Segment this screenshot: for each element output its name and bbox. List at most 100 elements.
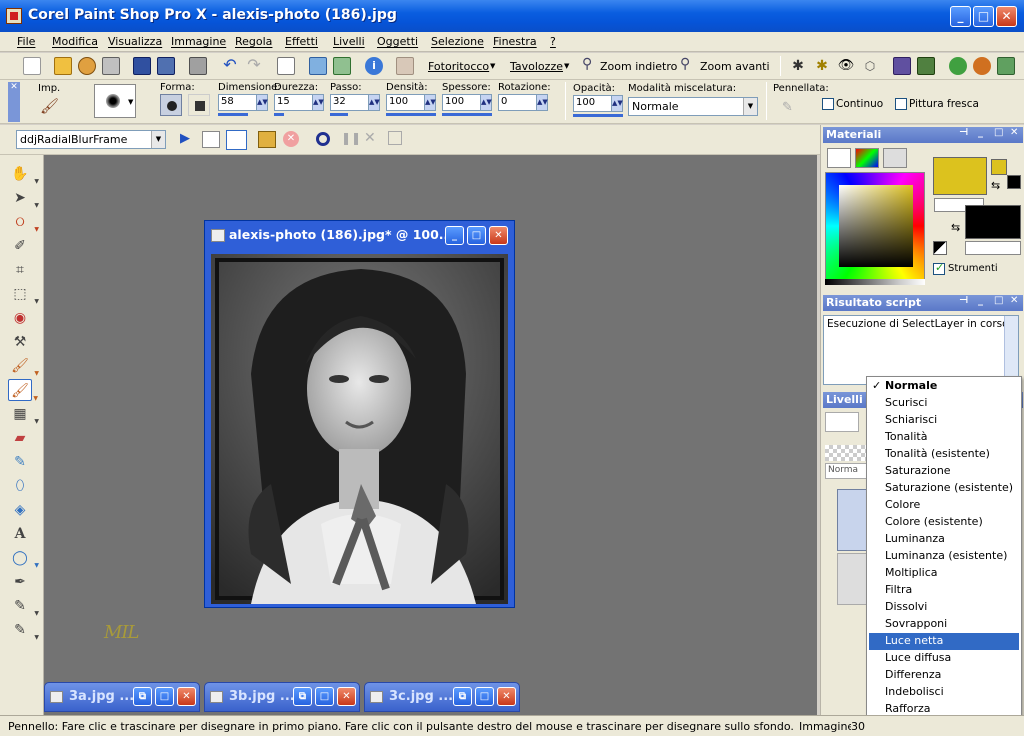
pin-icon[interactable]: ⊣	[959, 295, 968, 306]
blend-mode-option[interactable]: Sovrapponi	[869, 616, 1019, 633]
brush-tip-preview[interactable]: ▼	[94, 84, 136, 118]
picture-tube-tool-icon[interactable]: ✎	[8, 451, 32, 473]
spinner-icon[interactable]: ▲▼	[312, 95, 324, 110]
spinner-icon[interactable]: ▲▼	[611, 96, 623, 111]
strumenti-checkbox[interactable]: ✓	[933, 261, 945, 275]
paste-icon[interactable]	[333, 57, 351, 75]
eraser-tool-icon[interactable]: ▰	[8, 427, 32, 449]
swatches-tab-icon[interactable]	[883, 148, 907, 168]
minimize-button[interactable]: _	[950, 6, 971, 27]
text-tool-icon[interactable]: A	[8, 523, 32, 545]
flood-fill-tool-icon[interactable]: ⬯	[8, 475, 32, 497]
new-layer-icon[interactable]	[825, 412, 859, 432]
maximize-button[interactable]: □	[973, 6, 994, 27]
fotoritocco-menu[interactable]: Fotoritocco	[428, 60, 489, 73]
dimensione-input[interactable]: 58 ▲▼	[218, 94, 268, 111]
maximize-button[interactable]: □	[315, 687, 334, 706]
blend-mode-option[interactable]: Tonalità (esistente)	[869, 446, 1019, 463]
bg-style-buttons[interactable]	[965, 241, 1021, 255]
script-output[interactable]: Esecuzione di SelectLayer in corso	[823, 315, 1019, 385]
continuo-checkbox[interactable]	[822, 98, 834, 110]
pick-tool-icon[interactable]: ➤ ▼	[8, 187, 39, 209]
blend-mode-option[interactable]: Saturazione	[869, 463, 1019, 480]
menu-finestra[interactable]: Finestra	[493, 35, 537, 48]
vertical-scrollbar[interactable]	[1004, 316, 1018, 384]
person-green-icon[interactable]	[949, 57, 967, 75]
blend-mode-option[interactable]: Moltiplica	[869, 565, 1019, 582]
menu-selezione[interactable]: Selezione	[431, 35, 484, 48]
densita-slider[interactable]	[386, 113, 436, 116]
landscape-icon[interactable]	[997, 57, 1015, 75]
maximize-button[interactable]: □	[475, 687, 494, 706]
spinner-icon[interactable]: ▲▼	[368, 95, 380, 110]
chevron-down-icon[interactable]: ▼	[151, 131, 165, 148]
reset-colors-icon[interactable]	[933, 241, 947, 255]
open-script-folder-icon[interactable]	[258, 131, 276, 148]
restore-button[interactable]: ⧉	[453, 687, 472, 706]
spinner-icon[interactable]: ▲▼	[536, 95, 548, 110]
layer-row-2[interactable]	[837, 553, 867, 605]
swap-colors-icon[interactable]: ⇆	[991, 179, 1000, 192]
menu-immagine[interactable]: Immagine	[171, 35, 226, 48]
spinner-icon[interactable]: ▲▼	[480, 95, 492, 110]
frame-tab-icon[interactable]	[827, 148, 851, 168]
clone-tool-icon[interactable]: ⚒	[8, 331, 32, 353]
record-icon[interactable]	[316, 132, 330, 146]
info-icon[interactable]: i	[365, 57, 383, 75]
blend-mode-option[interactable]: Saturazione (esistente)	[869, 480, 1019, 497]
foreground-swatch[interactable]	[933, 157, 987, 195]
grayscale-strip[interactable]	[825, 279, 925, 285]
menu-file[interactable]: File	[17, 35, 35, 48]
stop-script-icon[interactable]: ✕	[283, 131, 299, 147]
preset-shape-tool-icon[interactable]: ◯ ▼	[8, 547, 39, 569]
menu-regola[interactable]: Regola	[235, 35, 272, 48]
color-picker[interactable]	[825, 172, 925, 280]
blend-mode-option[interactable]: Colore	[869, 497, 1019, 514]
pin-icon[interactable]: ⊣	[959, 127, 968, 138]
menu-effetti[interactable]: Effetti	[285, 35, 318, 48]
copy-icon[interactable]	[309, 57, 327, 75]
spessore-input[interactable]: 100 ▲▼	[442, 94, 492, 111]
blend-mode-option[interactable]: Filtra	[869, 582, 1019, 599]
lasso-tool-icon[interactable]: ଠ ▼	[8, 211, 39, 233]
minimized-window-3b[interactable]: 3b.jpg ... ⧉ □ ✕	[204, 682, 360, 712]
rotazione-input[interactable]: 0 ▲▼	[498, 94, 548, 111]
red-eye-tool-icon[interactable]: ◉	[8, 307, 32, 329]
zoom-in-button[interactable]: Zoom avanti	[700, 60, 770, 73]
doc-close-button[interactable]: ✕	[489, 226, 508, 245]
dimensione-slider[interactable]	[218, 113, 248, 116]
photo-canvas[interactable]	[211, 254, 508, 604]
menu-visualizza[interactable]: Visualizza	[108, 35, 162, 48]
pittura-fresca-checkbox[interactable]	[895, 98, 907, 110]
cube-icon[interactable]: ⬡	[861, 57, 879, 75]
opacita-slider[interactable]	[573, 114, 623, 117]
round-shape-button[interactable]	[160, 94, 182, 116]
redo-icon[interactable]: ↷	[245, 57, 263, 75]
menu-livelli[interactable]: Livelli	[333, 35, 365, 48]
open-icon[interactable]	[54, 57, 72, 75]
portrait-icon[interactable]	[893, 57, 911, 75]
minimize-icon[interactable]: _	[978, 295, 983, 306]
maximize-icon[interactable]: □	[994, 295, 1003, 306]
minimize-icon[interactable]: _	[978, 127, 983, 138]
print-icon[interactable]	[189, 57, 207, 75]
red-eye-icon[interactable]: 👁	[837, 57, 855, 75]
zoom-out-button[interactable]: Zoom indietro	[600, 60, 677, 73]
save-script-icon[interactable]	[388, 131, 402, 145]
person-orange-icon[interactable]	[973, 57, 991, 75]
background-swatch[interactable]	[965, 205, 1021, 239]
opacita-input[interactable]: 100 ▲▼	[573, 95, 623, 112]
close-button[interactable]: ✕	[497, 687, 516, 706]
film-icon[interactable]	[917, 57, 935, 75]
spessore-slider[interactable]	[442, 113, 492, 116]
new-file-icon[interactable]	[23, 57, 41, 75]
save-icon[interactable]	[133, 57, 151, 75]
maximize-button[interactable]: □	[155, 687, 174, 706]
run-script-icon[interactable]: ▶	[180, 131, 190, 146]
scan-icon[interactable]	[102, 57, 120, 75]
blend-mode-option[interactable]: Scurisci	[869, 395, 1019, 412]
app-icon[interactable]	[6, 8, 22, 24]
blend-mode-select[interactable]: Normale ▼	[628, 97, 758, 116]
risultato-header[interactable]: Risultato script ⊣ _ □ ✕	[823, 295, 1023, 311]
brush-preset-icon[interactable]: 🖌	[40, 97, 59, 115]
